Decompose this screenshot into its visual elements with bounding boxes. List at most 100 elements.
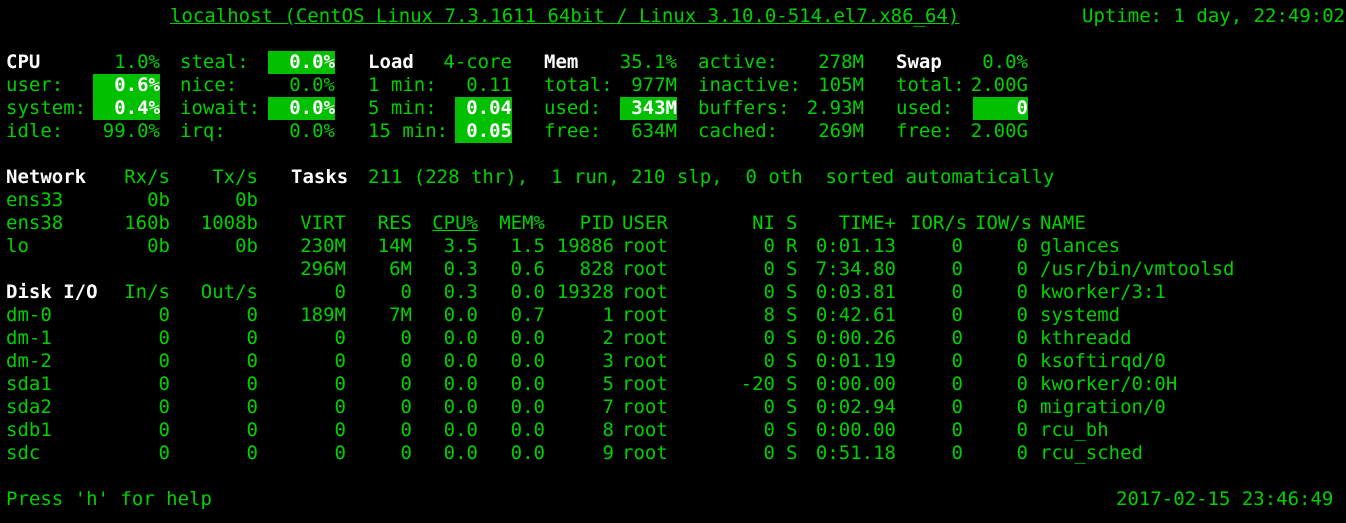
process-user: root [622,235,668,257]
process-res: 0 [400,396,412,418]
disk-device-name: sdb1 [6,419,52,441]
swap-free-value: 2.00G [970,120,1028,142]
process-iow: 0 [1016,396,1028,418]
process-name: rcu_bh [1040,419,1109,441]
disk-out-header: Out/s [200,281,258,303]
disk-device-out: 0 [246,327,258,349]
process-s: S [786,419,798,441]
process-mem: 0.0 [510,373,545,395]
network-interface-tx: 1008b [200,212,258,234]
tasks-title: Tasks [291,166,349,188]
swap-total-value: 2.00G [970,74,1028,96]
network-tx-header: Tx/s [212,166,258,188]
disk-device-in: 0 [158,350,170,372]
process-s: R [786,235,798,257]
process-pid: 1 [602,304,614,326]
process-name: glances [1040,235,1121,257]
process-ni: 0 [763,235,775,257]
load-15min-value: 0.05 [455,120,512,143]
process-header-s: S [786,212,798,234]
process-iow: 0 [1016,235,1028,257]
disk-device-name: dm-0 [6,304,52,326]
process-user: root [622,304,668,326]
disk-in-header: In/s [124,281,170,303]
process-pid: 9 [602,442,614,464]
network-interface-rx: 0b [147,189,170,211]
mem-inactive-value: 105M [818,74,864,96]
process-name: kthreadd [1040,327,1132,349]
process-s: S [786,373,798,395]
footer-datetime: 2017-02-15 23:46:49 [1116,488,1334,510]
process-mem: 0.7 [510,304,545,326]
process-ior: 0 [951,442,963,464]
disk-device-name: dm-2 [6,350,52,372]
process-name: ksoftirqd/0 [1040,350,1166,372]
load-15min-label: 15 min: [368,120,449,142]
process-user: root [622,396,668,418]
load-title: Load [368,51,414,73]
process-mem: 0.0 [510,442,545,464]
mem-cached-value: 269M [818,120,864,142]
cpu-system-label: system: [6,97,87,119]
process-virt: 0 [334,373,346,395]
process-iow: 0 [1016,373,1028,395]
process-header-name: NAME [1040,212,1086,234]
mem-active-value: 278M [818,51,864,73]
process-cpu: 0.0 [443,350,478,372]
process-pid: 3 [602,350,614,372]
mem-used-value: 343M [620,97,677,120]
process-s: S [786,327,798,349]
process-mem: 1.5 [510,235,545,257]
process-name: /usr/bin/vmtoolsd [1040,258,1235,280]
mem-buffers-label: buffers: [698,97,790,119]
network-interface-name: ens38 [6,212,64,234]
process-s: S [786,442,798,464]
process-user: root [622,281,668,303]
process-virt: 0 [334,419,346,441]
disk-device-out: 0 [246,419,258,441]
tasks-summary: 211 (228 thr), 1 run, 210 slp, 0 oth sor… [368,166,1055,188]
process-ni: -20 [740,373,775,395]
process-header-mem: MEM% [499,212,545,234]
process-s: S [786,258,798,280]
process-virt: 0 [334,327,346,349]
process-pid: 2 [602,327,614,349]
process-virt: 0 [334,350,346,372]
cpu-nice-label: nice: [180,74,238,96]
disk-device-in: 0 [158,327,170,349]
cpu-irq-value: 0.0% [289,120,335,142]
process-ior: 0 [951,419,963,441]
process-time: 0:00.00 [815,419,896,441]
process-cpu: 0.0 [443,442,478,464]
process-header-virt: VIRT [300,212,346,234]
host-title: localhost (CentOS Linux 7.3.1611 64bit /… [170,5,960,27]
process-ni: 0 [763,419,775,441]
load-1min-label: 1 min: [368,74,437,96]
cpu-user-value: 0.6% [93,74,160,97]
process-s: S [786,396,798,418]
process-name: kworker/0:0H [1040,373,1178,395]
swap-percent: 0.0% [982,51,1028,73]
mem-free-label: free: [544,120,602,142]
cpu-title: CPU [6,51,41,73]
disk-device-out: 0 [246,373,258,395]
process-ior: 0 [951,396,963,418]
process-res: 7M [389,304,412,326]
network-interface-tx: 0b [235,189,258,211]
cpu-iowait-value: 0.0% [268,97,335,120]
process-ior: 0 [951,258,963,280]
disk-title: Disk I/O [6,281,98,303]
cpu-nice-value: 0.0% [289,74,335,96]
process-name: kworker/3:1 [1040,281,1166,303]
process-time: 0:01.13 [815,235,896,257]
process-res: 0 [400,442,412,464]
cpu-user-label: user: [6,74,64,96]
process-res: 6M [389,258,412,280]
disk-device-in: 0 [158,304,170,326]
process-ni: 0 [763,442,775,464]
process-pid: 19328 [556,281,614,303]
disk-device-out: 0 [246,304,258,326]
process-virt: 230M [300,235,346,257]
process-virt: 0 [334,442,346,464]
disk-device-out: 0 [246,350,258,372]
